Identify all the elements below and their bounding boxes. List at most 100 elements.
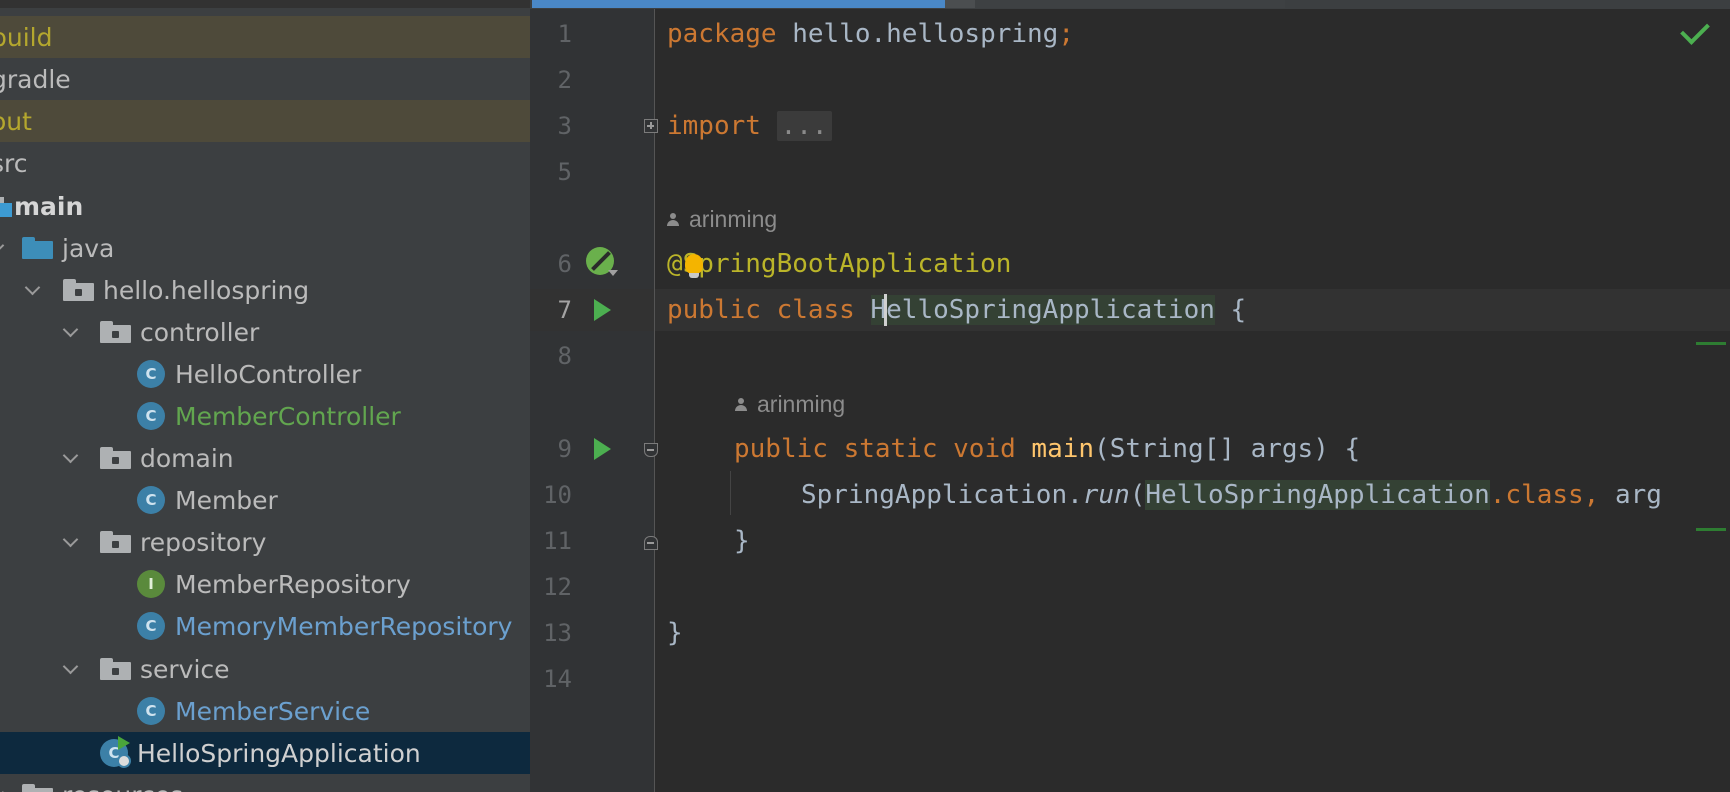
chevron-down-icon[interactable] xyxy=(60,447,82,469)
tree-item-controller[interactable]: controller xyxy=(0,311,530,353)
tree-item-label: MemberService xyxy=(175,696,371,726)
editor-tab-active[interactable] xyxy=(532,0,945,8)
tree-item-service[interactable]: service xyxy=(0,648,530,690)
tree-item-membercontroller[interactable]: C MemberController xyxy=(0,395,530,437)
tree-item-java[interactable]: java xyxy=(0,227,530,269)
editor-tab-strip xyxy=(530,0,1730,9)
tree-item-gradle[interactable]: gradle xyxy=(0,58,530,100)
tree-item-memberrepository[interactable]: I MemberRepository xyxy=(0,563,530,605)
tree-item-memorymemberrepository[interactable]: C MemoryMemberRepository xyxy=(0,605,530,647)
tree-item-label: main xyxy=(14,191,84,221)
class-icon: C xyxy=(137,360,165,388)
tree-item-label: out xyxy=(0,106,32,136)
tree-item-hellocontroller[interactable]: C HelloController xyxy=(0,353,530,395)
project-header-strip xyxy=(0,0,530,8)
chevron-down-icon[interactable] xyxy=(60,658,82,680)
tree-item-label: MemberRepository xyxy=(175,569,411,599)
project-tool-window: build gradle out src main java hello.hel… xyxy=(0,0,530,792)
folder-icon xyxy=(22,237,53,259)
change-marker[interactable] xyxy=(1696,342,1726,345)
fold-expand-icon[interactable] xyxy=(644,119,658,133)
tree-item-label: MemoryMemberRepository xyxy=(175,611,513,641)
line-number: 8 xyxy=(557,342,572,370)
tree-item-repository[interactable]: repository xyxy=(0,521,530,563)
tree-item-src[interactable]: src xyxy=(0,142,530,184)
check-icon[interactable] xyxy=(1680,15,1710,45)
tree-item-main[interactable]: main xyxy=(0,185,530,227)
package-icon xyxy=(100,531,131,553)
chevron-right-icon[interactable] xyxy=(0,784,8,792)
line-number: 9 xyxy=(557,435,572,463)
folded-imports[interactable]: ... xyxy=(776,111,832,141)
fold-collapse-icon[interactable] xyxy=(644,443,658,457)
lightbulb-icon[interactable] xyxy=(685,254,703,278)
package-icon xyxy=(100,321,131,343)
chevron-down-icon[interactable] xyxy=(608,270,618,276)
tree-item-label: java xyxy=(62,233,115,263)
author-hint[interactable]: arinming xyxy=(667,204,777,234)
line-number: 14 xyxy=(543,665,572,693)
fold-end-icon[interactable] xyxy=(644,536,658,550)
line-number: 10 xyxy=(543,481,572,509)
tree-item-label: HelloSpringApplication xyxy=(137,738,421,768)
tree-item-resources[interactable]: resources xyxy=(0,774,530,792)
chevron-down-icon[interactable] xyxy=(0,237,8,259)
tree-item-label: gradle xyxy=(0,64,71,94)
tree-item-label: controller xyxy=(140,317,260,347)
code-line-13[interactable]: } xyxy=(667,612,683,654)
package-icon xyxy=(100,658,131,680)
code-line-10[interactable]: SpringApplication.run(HelloSpringApplica… xyxy=(801,474,1662,516)
line-number: 5 xyxy=(557,158,572,186)
tree-item-label: Member xyxy=(175,485,278,515)
tree-item-label: MemberController xyxy=(175,401,401,431)
person-icon xyxy=(735,398,747,412)
chevron-down-icon[interactable] xyxy=(22,279,44,301)
tree-item-label: HelloController xyxy=(175,359,362,389)
source-root-icon xyxy=(0,195,12,217)
tree-item-label: build xyxy=(0,22,53,52)
line-number: 11 xyxy=(543,527,572,555)
chevron-down-icon[interactable] xyxy=(60,531,82,553)
line-number: 6 xyxy=(557,250,572,278)
tree-item-member[interactable]: C Member xyxy=(0,479,530,521)
interface-icon: I xyxy=(137,570,165,598)
class-icon: C xyxy=(137,486,165,514)
code-editor[interactable]: 1 2 3 5 6 7 8 9 10 11 12 13 14 package h… xyxy=(530,0,1730,792)
code-line-7[interactable]: public class HelloSpringApplication { xyxy=(667,289,1246,331)
package-icon xyxy=(63,279,94,301)
tree-item-label: domain xyxy=(140,443,234,473)
indent-guide xyxy=(730,471,731,515)
class-icon: C xyxy=(137,402,165,430)
tree-item-domain[interactable]: domain xyxy=(0,437,530,479)
code-line-11[interactable]: } xyxy=(734,520,750,562)
code-line-1[interactable]: package hello.hellospring; xyxy=(667,13,1074,55)
line-number: 3 xyxy=(557,112,572,140)
chevron-down-icon[interactable] xyxy=(60,321,82,343)
class-icon: C xyxy=(137,612,165,640)
editor-tab[interactable] xyxy=(945,0,975,8)
tree-item-label: service xyxy=(140,654,230,684)
author-hint[interactable]: arinming xyxy=(735,389,845,419)
line-number: 7 xyxy=(557,296,572,324)
tree-item-hellospringapplication[interactable]: C HelloSpringApplication xyxy=(0,732,530,774)
tree-item-label: repository xyxy=(140,527,267,557)
change-marker[interactable] xyxy=(1696,528,1726,531)
tree-item-label: hello.hellospring xyxy=(103,275,310,305)
tree-item-hello-hellospring[interactable]: hello.hellospring xyxy=(0,269,530,311)
editor-tab[interactable] xyxy=(975,0,1285,8)
tree-item-label: src xyxy=(0,148,28,178)
run-icon[interactable] xyxy=(594,438,611,460)
tree-item-out[interactable]: out xyxy=(0,100,530,142)
tree-item-memberservice[interactable]: C MemberService xyxy=(0,690,530,732)
line-number: 13 xyxy=(543,619,572,647)
line-number: 2 xyxy=(557,66,572,94)
run-icon[interactable] xyxy=(594,299,611,321)
line-number: 1 xyxy=(557,20,572,48)
code-line-6[interactable]: @SpringBootApplication xyxy=(667,243,1011,285)
folder-icon xyxy=(22,784,53,792)
tree-item-build[interactable]: build xyxy=(0,16,530,58)
code-line-9[interactable]: public static void main(String[] args) { xyxy=(734,428,1360,470)
spring-boot-class-icon: C xyxy=(100,736,134,770)
code-line-3[interactable]: import ... xyxy=(667,105,832,147)
person-icon xyxy=(667,213,679,227)
